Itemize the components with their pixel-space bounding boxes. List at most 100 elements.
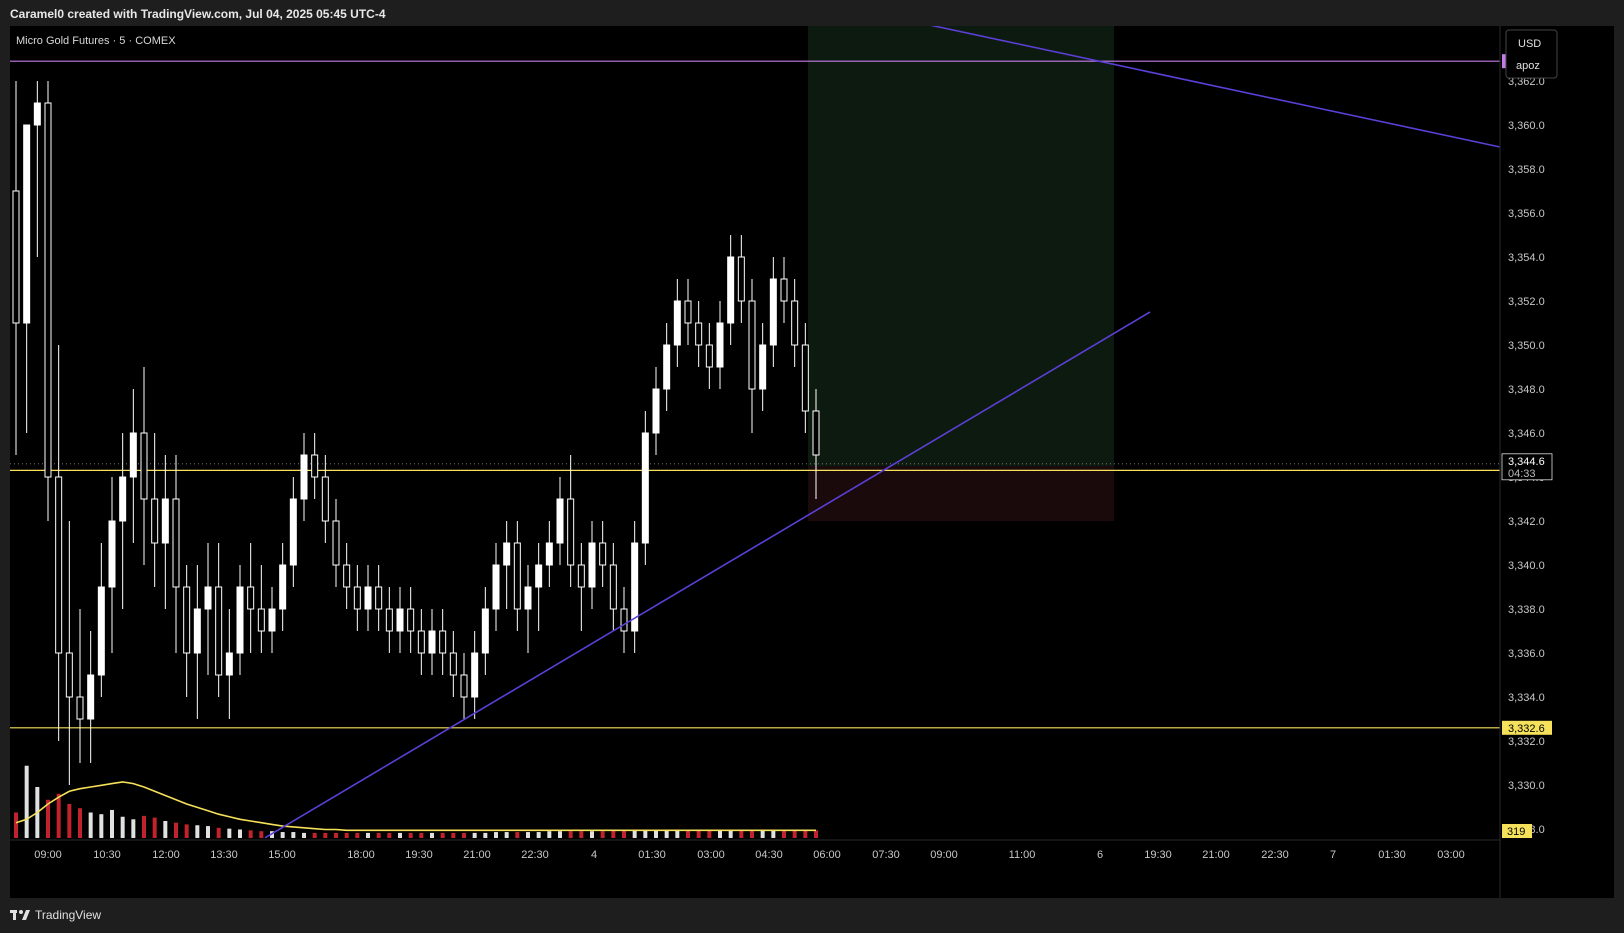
candle-body	[407, 608, 415, 632]
last-price-label: 3,344.6	[1508, 456, 1545, 468]
stop-zone	[808, 466, 1114, 521]
volume-bar	[579, 831, 584, 838]
x-tick-label: 21:00	[463, 849, 491, 861]
candle-body	[268, 608, 276, 632]
candle-body	[289, 498, 297, 566]
candle-body	[140, 432, 148, 500]
y-tick-label: 3,352.0	[1508, 296, 1545, 308]
candle-body	[343, 564, 351, 588]
candle-body	[279, 564, 287, 610]
candle-body	[791, 300, 799, 346]
volume-bar	[707, 830, 712, 838]
x-tick-label: 4	[591, 849, 597, 861]
candle-body	[748, 300, 756, 390]
candle-body	[439, 630, 447, 654]
volume-bar	[547, 831, 552, 838]
candle-body	[321, 476, 329, 522]
candle-body	[204, 586, 212, 610]
x-tick-label: 01:30	[1378, 849, 1406, 861]
candle-body	[193, 608, 201, 654]
candle-body	[556, 498, 564, 544]
candle-body	[727, 256, 735, 324]
candle-body	[396, 608, 404, 632]
volume-bar	[88, 812, 93, 838]
volume-bar	[323, 832, 328, 838]
candle-body	[375, 586, 383, 610]
x-tick-label: 01:30	[638, 849, 666, 861]
y-tick-label: 3,330.0	[1508, 780, 1545, 792]
candle-body	[129, 432, 137, 478]
candle-body	[417, 630, 425, 654]
price-label-support: 3,332.6	[1508, 723, 1545, 735]
volume-bar	[408, 832, 413, 838]
volume-bar	[376, 832, 381, 838]
volume-bar	[78, 808, 82, 838]
candle-body	[801, 344, 809, 412]
candle-body	[652, 388, 660, 434]
chart-area[interactable]: 3,364.03,362.03,360.03,358.03,356.03,354…	[10, 26, 1614, 898]
volume-bar	[163, 821, 168, 838]
currency-button[interactable]: USD apoz	[1505, 29, 1558, 79]
candle-body	[716, 322, 724, 368]
candle-body	[172, 498, 180, 588]
volume-bar	[14, 812, 18, 838]
candle-body	[247, 586, 255, 610]
candle-body	[364, 586, 372, 610]
volume-bar	[504, 832, 509, 838]
volume-bar	[398, 832, 402, 838]
header-caption: Caramel0 created with TradingView.com, J…	[10, 7, 386, 21]
volume-bar	[184, 824, 189, 838]
volume-bar	[462, 832, 466, 838]
volume-bar	[472, 832, 477, 838]
volume-bar	[312, 832, 317, 838]
y-tick-label: 3,336.0	[1508, 648, 1545, 660]
candle-body	[641, 432, 649, 544]
candle-body	[695, 322, 703, 346]
candle-body	[300, 454, 308, 500]
volume-bar	[440, 832, 445, 838]
candle-body	[449, 652, 457, 676]
volume-bar	[792, 830, 797, 838]
candle-body	[76, 696, 84, 720]
x-tick-label: 18:00	[347, 849, 375, 861]
y-tick-label: 3,338.0	[1508, 604, 1545, 616]
volume-bar	[419, 832, 424, 838]
user-label: apoz	[1516, 60, 1540, 72]
tradingview-brand: TradingView	[35, 908, 102, 922]
volume-bar	[142, 815, 146, 838]
x-tick-label: 19:30	[405, 849, 433, 861]
candle-body	[609, 564, 617, 610]
candle-body	[620, 608, 628, 632]
volume-bar	[195, 825, 200, 838]
candle-body	[673, 300, 681, 346]
y-tick-label: 3,356.0	[1508, 208, 1545, 220]
candle-body	[599, 542, 607, 566]
x-tick-label: 04:30	[755, 849, 783, 861]
x-tick-label: 11:00	[1009, 849, 1036, 861]
volume-bar	[430, 832, 434, 838]
x-tick-label: 10:30	[93, 849, 121, 861]
candle-body	[737, 256, 745, 302]
volume-bar	[814, 830, 818, 838]
candle-body	[97, 586, 105, 676]
x-tick-label: 21:00	[1202, 849, 1230, 861]
volume-bar	[718, 830, 722, 838]
volume-bar	[366, 832, 370, 838]
y-tick-label: 3,354.0	[1508, 252, 1545, 264]
countdown-label: 04:33	[1508, 468, 1536, 480]
volume-bar	[600, 831, 605, 838]
price-chart[interactable]: 3,364.03,362.03,360.03,358.03,356.03,354…	[10, 26, 1614, 898]
x-tick-label: 12:00	[152, 849, 180, 861]
x-tick-label: 19:30	[1144, 849, 1172, 861]
candle-body	[460, 674, 468, 698]
candle-body	[55, 476, 63, 654]
y-tick-label: 3,334.0	[1508, 692, 1545, 704]
x-tick-label: 22:30	[521, 849, 549, 861]
x-tick-label: 09:00	[930, 849, 958, 861]
volume-bar	[536, 832, 541, 838]
volume-bar	[590, 831, 594, 838]
volume-bar	[302, 832, 306, 838]
volume-label: 319	[1507, 826, 1525, 838]
tradingview-logo[interactable]: TradingView	[10, 908, 101, 922]
ascending-trendline[interactable]	[264, 311, 1151, 839]
